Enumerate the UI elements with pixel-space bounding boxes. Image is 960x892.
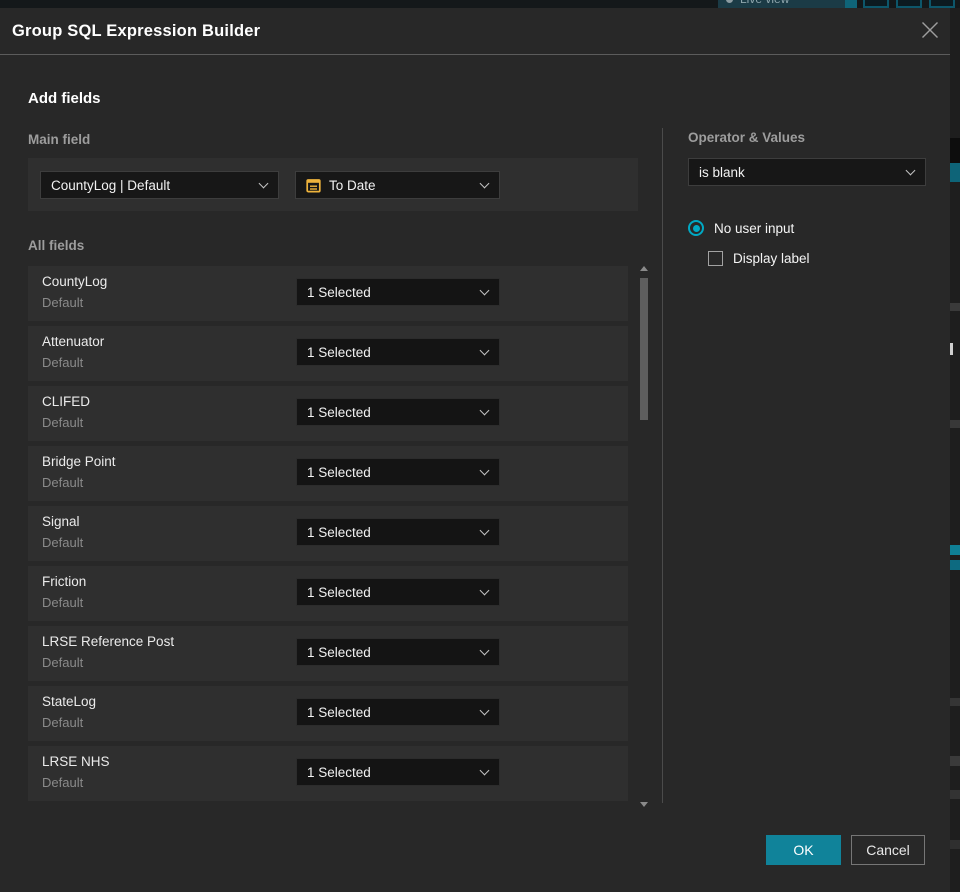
field-selection-value: 1 Selected: [307, 584, 371, 600]
no-user-input-radio[interactable]: No user input: [688, 220, 794, 236]
scroll-down-icon[interactable]: [640, 802, 648, 807]
chevron-down-icon: [479, 585, 490, 595]
operator-select-value: is blank: [699, 164, 745, 180]
field-row: CountyLog Default 1 Selected: [28, 266, 628, 321]
field-selection-value: 1 Selected: [307, 404, 371, 420]
chevron-down-icon: [479, 345, 490, 355]
field-row: Friction Default 1 Selected: [28, 566, 628, 621]
screen: Live view Group SQL Expression Builder: [0, 0, 960, 892]
field-subtitle: Default: [42, 475, 84, 490]
live-view-button[interactable]: Live view: [718, 0, 845, 8]
ok-button[interactable]: OK: [766, 835, 841, 865]
operator-select[interactable]: is blank: [688, 158, 926, 186]
field-selection-value: 1 Selected: [307, 764, 371, 780]
close-button[interactable]: [920, 21, 940, 41]
field-subtitle: Default: [42, 595, 84, 610]
background-app-sliver: [950, 8, 960, 892]
chevron-down-icon: [479, 525, 490, 535]
chevron-down-icon: [479, 178, 490, 188]
field-name: Signal: [42, 514, 80, 529]
display-label-checkbox[interactable]: Display label: [708, 251, 810, 266]
toolbar-widget-icon[interactable]: [896, 0, 922, 8]
main-field-select[interactable]: CountyLog | Default: [40, 171, 279, 199]
scrollbar-thumb[interactable]: [640, 278, 648, 420]
chevron-down-icon: [479, 645, 490, 655]
chevron-down-icon: [479, 765, 490, 775]
list-scrollbar[interactable]: [637, 262, 651, 807]
close-icon: [922, 22, 938, 38]
field-selection-value: 1 Selected: [307, 464, 371, 480]
field-selection-select[interactable]: 1 Selected: [296, 638, 500, 666]
main-field-label: Main field: [28, 132, 91, 147]
field-subtitle: Default: [42, 535, 84, 550]
field-row: Attenuator Default 1 Selected: [28, 326, 628, 381]
field-selection-select[interactable]: 1 Selected: [296, 398, 500, 426]
field-subtitle: Default: [42, 415, 84, 430]
chevron-down-icon: [479, 405, 490, 415]
dialog-header: Group SQL Expression Builder: [0, 8, 950, 54]
field-name: LRSE NHS: [42, 754, 110, 769]
field-row: StateLog Default 1 Selected: [28, 686, 628, 741]
field-selection-select[interactable]: 1 Selected: [296, 758, 500, 786]
display-label-label: Display label: [733, 251, 810, 266]
group-sql-expression-builder-dialog: Group SQL Expression Builder Add fields …: [0, 8, 950, 892]
radio-selected-icon: [688, 220, 704, 236]
field-row: Signal Default 1 Selected: [28, 506, 628, 561]
scroll-up-icon[interactable]: [640, 266, 648, 271]
toolbar-widget-icon[interactable]: [845, 0, 857, 8]
chevron-down-icon: [479, 465, 490, 475]
panel-divider: [662, 128, 663, 803]
field-row: CLIFED Default 1 Selected: [28, 386, 628, 441]
field-selection-value: 1 Selected: [307, 284, 371, 300]
field-selection-select[interactable]: 1 Selected: [296, 698, 500, 726]
field-subtitle: Default: [42, 775, 84, 790]
checkbox-unchecked-icon: [708, 251, 723, 266]
dialog-title: Group SQL Expression Builder: [12, 22, 261, 40]
chevron-down-icon: [479, 285, 490, 295]
add-fields-heading: Add fields: [28, 90, 101, 107]
field-row: Bridge Point Default 1 Selected: [28, 446, 628, 501]
field-name: Attenuator: [42, 334, 105, 349]
live-dot-icon: [726, 0, 733, 3]
field-type-select[interactable]: To Date: [295, 171, 500, 199]
field-subtitle: Default: [42, 715, 84, 730]
calendar-icon: [306, 179, 321, 193]
chevron-down-icon: [258, 178, 269, 188]
field-name: StateLog: [42, 694, 97, 709]
field-name: LRSE Reference Post: [42, 634, 175, 649]
main-field-select-value: CountyLog | Default: [51, 177, 171, 193]
cancel-button[interactable]: Cancel: [851, 835, 925, 865]
field-selection-value: 1 Selected: [307, 524, 371, 540]
field-name: Friction: [42, 574, 87, 589]
field-row: LRSE Reference Post Default 1 Selected: [28, 626, 628, 681]
field-selection-value: 1 Selected: [307, 704, 371, 720]
field-selection-select[interactable]: 1 Selected: [296, 338, 500, 366]
operator-values-label: Operator & Values: [688, 130, 806, 145]
field-selection-select[interactable]: 1 Selected: [296, 278, 500, 306]
all-fields-label: All fields: [28, 238, 85, 253]
background-toolbar: Live view: [0, 0, 960, 8]
chevron-down-icon: [905, 165, 916, 175]
toolbar-widget-icon[interactable]: [929, 0, 955, 8]
field-row: LRSE NHS Default 1 Selected: [28, 746, 628, 801]
field-name: CountyLog: [42, 274, 108, 289]
no-user-input-label: No user input: [714, 220, 795, 236]
field-subtitle: Default: [42, 295, 84, 310]
live-view-label: Live view: [740, 0, 789, 6]
field-selection-value: 1 Selected: [307, 344, 371, 360]
chevron-down-icon: [479, 705, 490, 715]
toolbar-widget-icon[interactable]: [863, 0, 889, 8]
field-subtitle: Default: [42, 355, 84, 370]
field-selection-select[interactable]: 1 Selected: [296, 578, 500, 606]
field-name: Bridge Point: [42, 454, 116, 469]
field-type-select-value: To Date: [329, 177, 376, 193]
field-name: CLIFED: [42, 394, 91, 409]
field-selection-select[interactable]: 1 Selected: [296, 518, 500, 546]
field-selection-select[interactable]: 1 Selected: [296, 458, 500, 486]
field-subtitle: Default: [42, 655, 84, 670]
field-selection-value: 1 Selected: [307, 644, 371, 660]
header-divider: [0, 54, 950, 55]
main-field-panel: CountyLog | Default To Date: [28, 158, 638, 211]
